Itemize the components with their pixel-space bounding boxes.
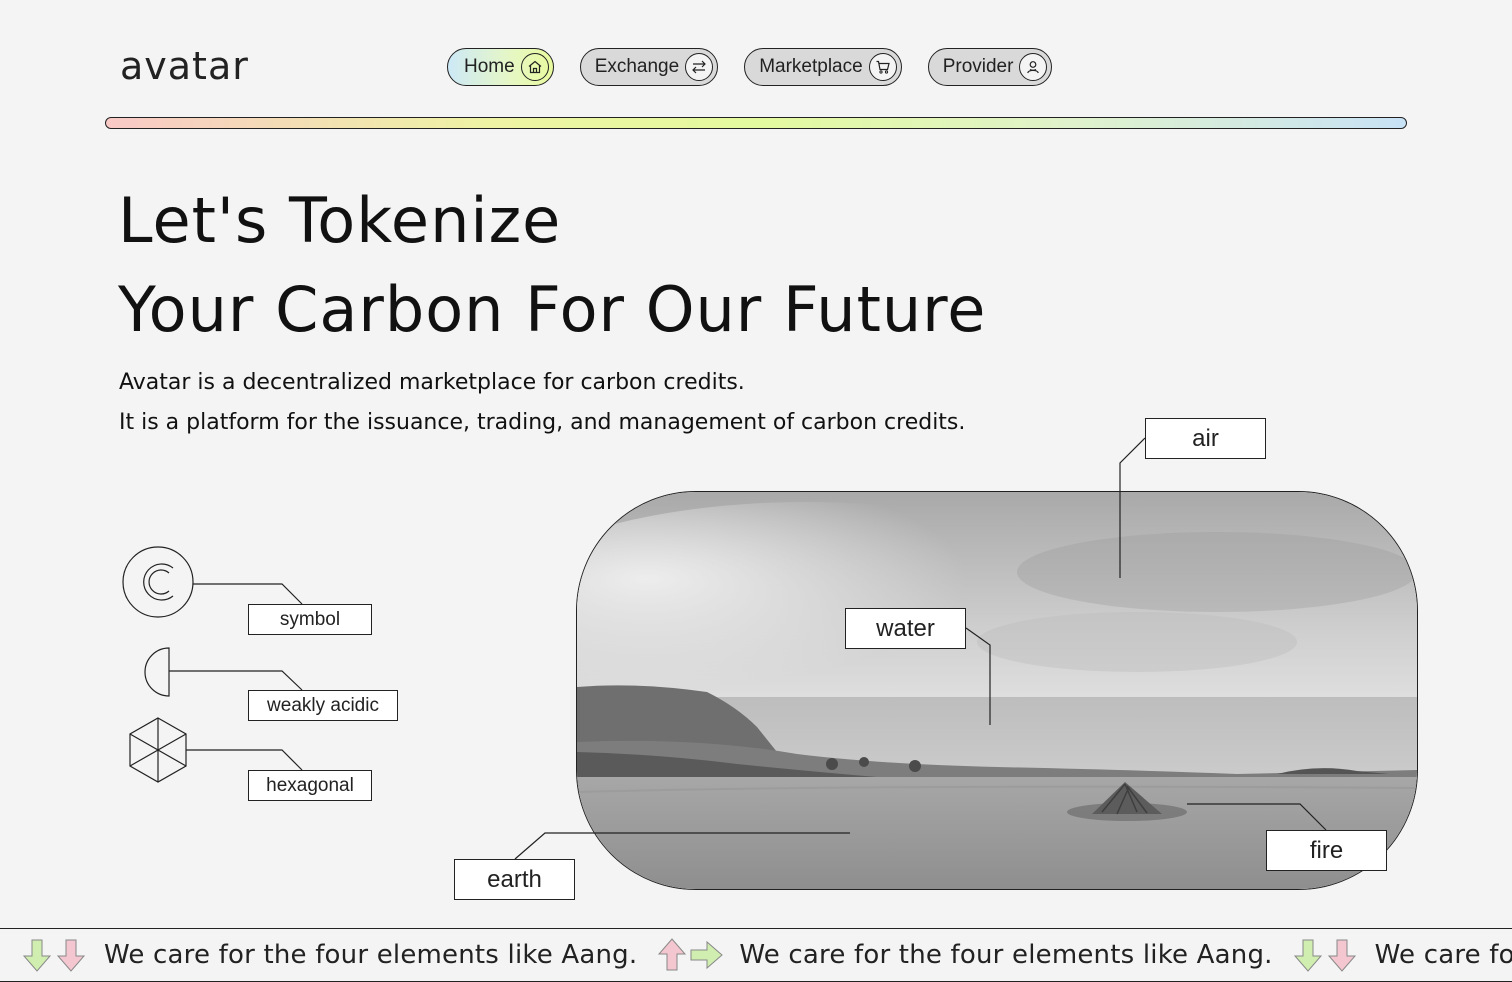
element-label-earth: earth [454,859,575,900]
ticker-text: We care for the four elements like Aang. [739,940,1273,970]
arrow-down-icon [1327,939,1356,972]
nav-home[interactable]: Home [447,48,554,86]
description-line-2: It is a platform for the issuance, tradi… [119,410,966,435]
element-label-water: water [845,608,966,649]
arrow-right-icon [690,940,724,970]
copyright-icon [122,546,194,618]
cart-icon [868,53,897,81]
ticker-segment: We care for the four elements like Aang. [20,937,655,973]
main-nav: Home Exchange Marketplace Provider [447,48,1053,86]
home-icon [520,53,549,81]
nav-home-label: Home [464,56,515,77]
hexagon-icon [129,717,187,783]
headline-line-1: Let's Tokenize [118,184,562,257]
hero-headline: Let's Tokenize Your Carbon For Our Futur… [118,176,986,354]
nav-provider[interactable]: Provider [927,48,1053,86]
avatar-logo[interactable]: avatar [120,44,249,88]
provider-icon [1019,53,1048,81]
arrow-down-icon [22,939,52,972]
nav-exchange-label: Exchange [594,56,680,77]
ticker-segment: We care for the four elements like Aang. [1291,937,1512,973]
hero-description: Avatar is a decentralized marketplace fo… [119,363,965,443]
nav-provider-label: Provider [942,56,1014,77]
marquee-ticker: We care for the four elements like Aang.… [0,928,1512,982]
exchange-icon [685,53,714,81]
arrow-down-icon [1293,939,1322,972]
feature-label-hexagonal: hexagonal [248,770,372,801]
element-label-fire: fire [1266,830,1387,871]
feature-label-weakly-acidic: weakly acidic [248,690,398,721]
nav-marketplace[interactable]: Marketplace [744,48,902,86]
ticker-segment: We care for the four elements like Aang. [655,937,1290,973]
nav-marketplace-label: Marketplace [759,56,863,77]
ticker-text: We care for the four elements like Aang. [1374,940,1512,970]
feature-label-symbol: symbol [248,604,372,635]
arrow-down-icon [56,939,86,972]
nav-exchange[interactable]: Exchange [579,48,719,86]
headline-line-2: Your Carbon For Our Future [118,273,987,346]
element-label-air: air [1145,418,1266,459]
gradient-divider [105,117,1407,129]
ticker-text: We care for the four elements like Aang. [104,940,638,970]
description-line-1: Avatar is a decentralized marketplace fo… [119,370,745,395]
arrow-up-icon [658,938,687,971]
half-circle-icon [144,647,170,697]
